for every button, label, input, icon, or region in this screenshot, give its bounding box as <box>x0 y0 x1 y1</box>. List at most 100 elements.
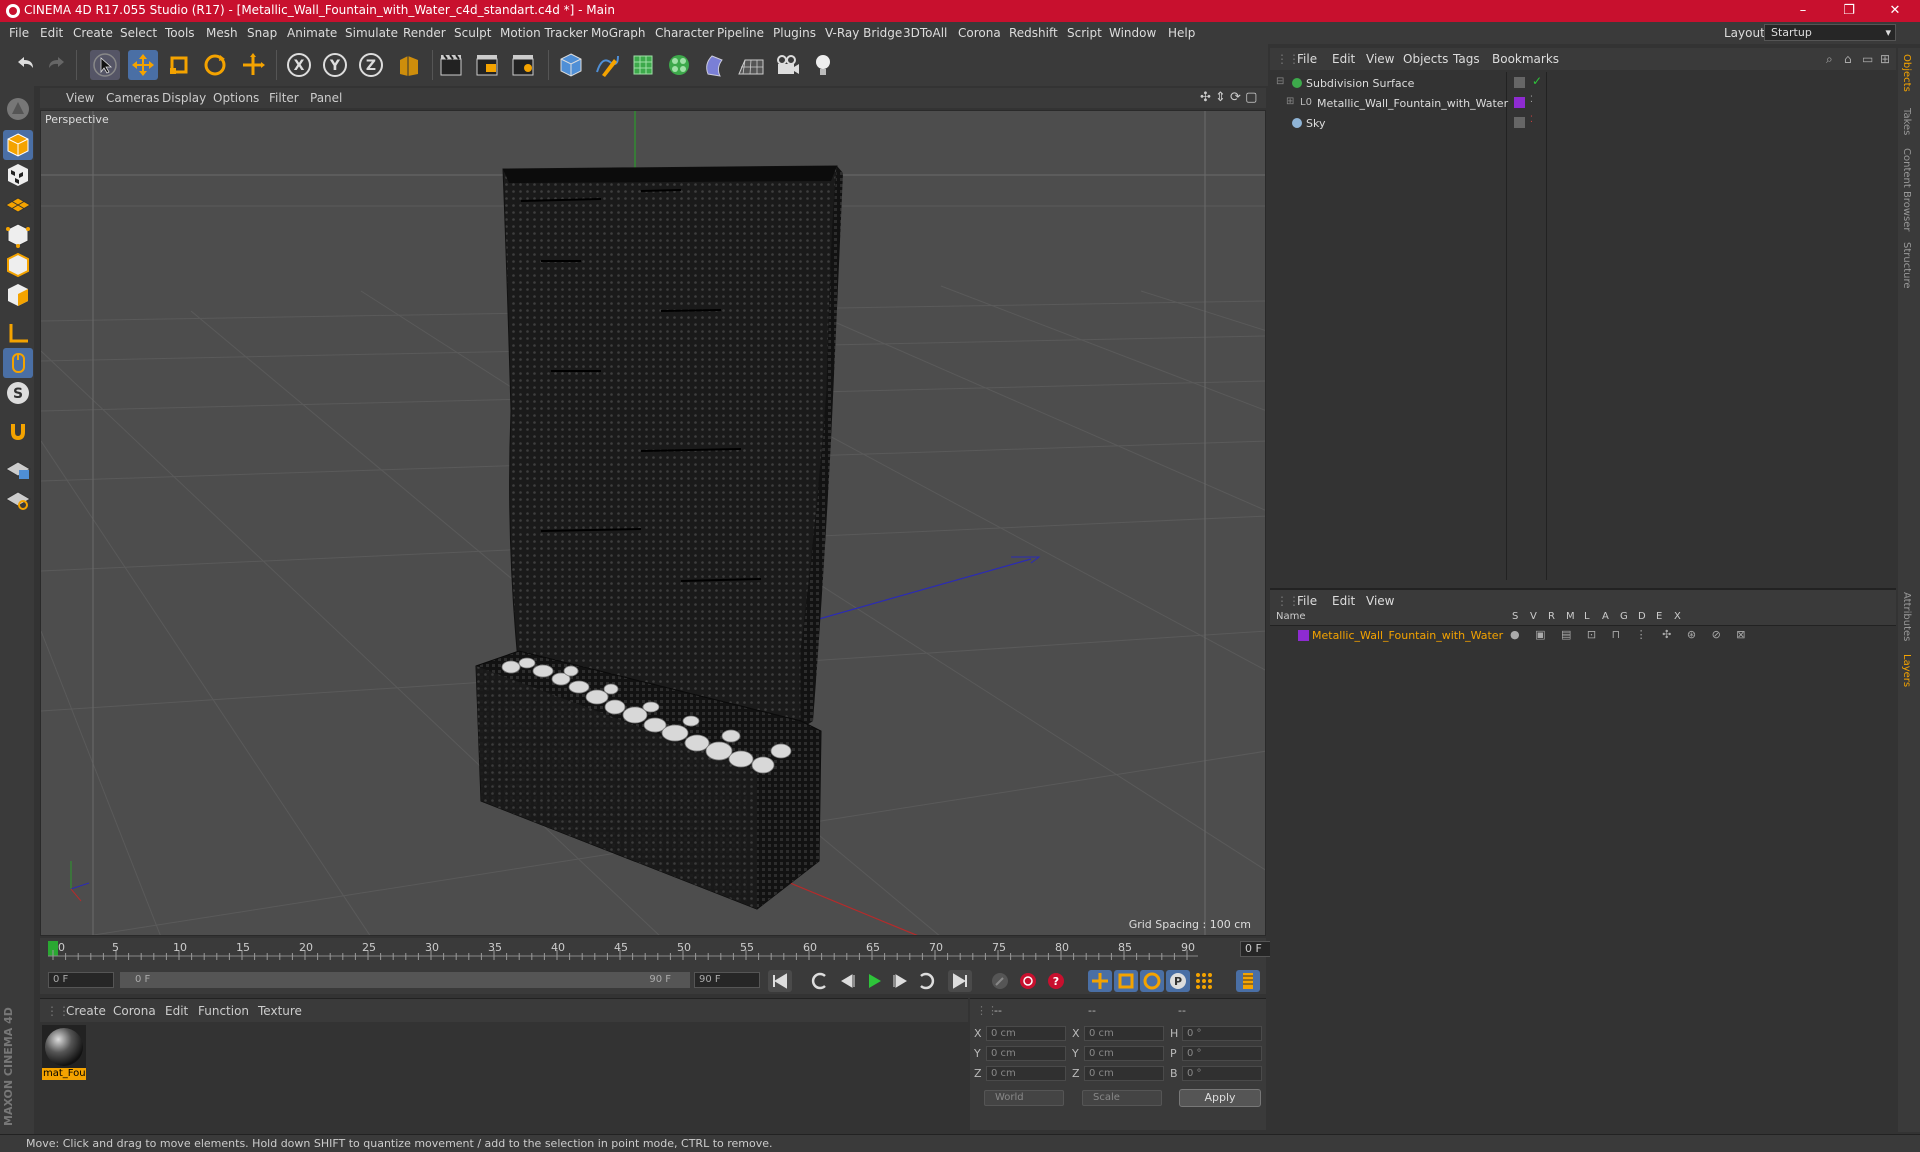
key-pla-button[interactable] <box>1192 970 1216 992</box>
add-cube-button[interactable] <box>556 50 586 80</box>
om-menu-file[interactable]: File <box>1297 52 1317 66</box>
checkmark-icon[interactable]: ✓ <box>1532 74 1542 88</box>
add-cloner-button[interactable] <box>664 50 694 80</box>
add-light-button[interactable] <box>808 50 838 80</box>
play-button[interactable] <box>862 970 886 992</box>
next-key-button[interactable] <box>914 970 938 992</box>
menu-script[interactable]: Script <box>1067 26 1102 40</box>
position-z-field[interactable]: 0 cm <box>986 1066 1066 1081</box>
add-deformer-button[interactable] <box>700 50 730 80</box>
menu-corona[interactable]: Corona <box>958 26 1001 40</box>
tab-layers[interactable]: Layers <box>1901 654 1912 687</box>
menu-motion-tracker[interactable]: Motion Tracker <box>500 26 588 40</box>
lm-menu-file[interactable]: File <box>1297 594 1317 608</box>
z-axis-lock-button[interactable]: Z <box>356 50 386 80</box>
panel-expand-icon[interactable]: ⊞ <box>1880 52 1890 66</box>
viewport-menu-display[interactable]: Display <box>162 91 206 105</box>
close-button[interactable]: ✕ <box>1872 0 1918 22</box>
add-subdivision-button[interactable] <box>628 50 658 80</box>
move-tool-button[interactable] <box>128 50 158 80</box>
render-view-button[interactable] <box>436 50 466 80</box>
timeline[interactable]: 0 5 10 15 20 25 30 35 40 45 50 55 60 65 … <box>40 938 1304 968</box>
key-rotation-button[interactable] <box>1140 970 1164 992</box>
layout-select[interactable]: Startup ▾ <box>1764 24 1896 41</box>
magnet-button[interactable] <box>3 416 33 446</box>
coordinate-mode-dropdown[interactable]: World <box>984 1090 1064 1106</box>
model-mode-button[interactable] <box>3 130 33 160</box>
keyframe-help-button[interactable]: ? <box>1044 970 1068 992</box>
viewport-nav-icons[interactable]: ✣ ⇕ ⟳ ▢ <box>1200 90 1257 105</box>
workplane-mode-button[interactable] <box>3 190 33 220</box>
timeline-button[interactable] <box>1236 970 1260 992</box>
axis-mode-button[interactable] <box>3 318 33 348</box>
menu-redshift[interactable]: Redshift <box>1009 26 1058 40</box>
redo-button[interactable] <box>42 50 72 80</box>
material-menu-function[interactable]: Function <box>198 1004 249 1018</box>
select-tool-button[interactable] <box>90 50 120 80</box>
layer-color-swatch[interactable] <box>1298 630 1309 641</box>
menu-vray-bridge[interactable]: V-Ray Bridge <box>825 26 902 40</box>
tab-takes[interactable]: Takes <box>1901 108 1912 135</box>
make-editable-button[interactable] <box>3 94 33 124</box>
next-frame-button[interactable] <box>888 970 912 992</box>
y-axis-lock-button[interactable]: Y <box>320 50 350 80</box>
layer-color-icon[interactable] <box>1514 77 1525 88</box>
om-menu-bookmarks[interactable]: Bookmarks <box>1492 52 1559 66</box>
points-mode-button[interactable] <box>3 220 33 250</box>
material-menu-texture[interactable]: Texture <box>258 1004 302 1018</box>
scale-tool-button[interactable] <box>164 50 194 80</box>
tweak-mode-button[interactable] <box>3 348 33 378</box>
undo-button[interactable] <box>10 50 40 80</box>
rotation-b-field[interactable]: 0 ° <box>1182 1066 1262 1081</box>
layer-toggle-icons[interactable]: ● ▣ ▤ ⊡ ⊓ ⋮ ✣ ⊛ ⊘ ⊠ <box>1510 628 1752 641</box>
size-mode-dropdown[interactable]: Scale <box>1082 1090 1162 1106</box>
render-settings-button[interactable] <box>508 50 538 80</box>
menu-3dtoall[interactable]: 3DToAll <box>903 26 947 40</box>
om-menu-view[interactable]: View <box>1366 52 1394 66</box>
add-camera-button[interactable] <box>772 50 802 80</box>
size-x-field[interactable]: 0 cm <box>1084 1026 1164 1041</box>
render-picture-viewer-button[interactable] <box>472 50 502 80</box>
grid-lock-button[interactable] <box>3 454 33 484</box>
object-row[interactable]: ⊞ L0 Metallic_Wall_Fountain_with_Water ⁚ <box>1270 94 1896 113</box>
texture-mode-button[interactable] <box>3 160 33 190</box>
size-y-field[interactable]: 0 cm <box>1084 1046 1164 1061</box>
go-to-start-button[interactable] <box>768 970 792 992</box>
polygons-mode-button[interactable] <box>3 280 33 310</box>
autokey-button[interactable] <box>1016 970 1040 992</box>
layer-color-icon[interactable] <box>1514 117 1525 128</box>
viewport-menu-filter[interactable]: Filter <box>269 91 299 105</box>
menu-snap[interactable]: Snap <box>247 26 277 40</box>
menu-sculpt[interactable]: Sculpt <box>454 26 491 40</box>
menu-window[interactable]: Window <box>1109 26 1156 40</box>
viewport-menu-panel[interactable]: Panel <box>310 91 342 105</box>
key-scale-button[interactable] <box>1114 970 1138 992</box>
collapse-icon[interactable]: ▭ <box>1862 52 1873 66</box>
menu-character[interactable]: Character <box>655 26 714 40</box>
menu-select[interactable]: Select <box>120 26 157 40</box>
position-y-field[interactable]: 0 cm <box>986 1046 1066 1061</box>
viewport-camera-label[interactable]: Perspective <box>45 113 109 126</box>
layer-row[interactable]: Metallic_Wall_Fountain_with_Water ● ▣ ▤ … <box>1270 627 1896 644</box>
material-menu-corona[interactable]: Corona <box>113 1004 156 1018</box>
rotate-tool-button[interactable] <box>200 50 230 80</box>
x-axis-lock-button[interactable]: X <box>284 50 314 80</box>
object-row[interactable]: Sky ⁚ <box>1270 114 1896 133</box>
end-frame-field[interactable]: 90 F <box>694 972 760 988</box>
tab-objects[interactable]: Objects <box>1901 54 1912 92</box>
go-to-end-button[interactable] <box>948 970 972 992</box>
maximize-button[interactable]: ❐ <box>1826 0 1872 22</box>
menu-tools[interactable]: Tools <box>165 26 195 40</box>
tab-content-browser[interactable]: Content Browser <box>1901 148 1912 231</box>
viewport-menu-view[interactable]: View <box>66 91 94 105</box>
lm-menu-view[interactable]: View <box>1366 594 1394 608</box>
menu-mograph[interactable]: MoGraph <box>591 26 646 40</box>
menu-edit[interactable]: Edit <box>40 26 63 40</box>
frame-range-slider[interactable]: 0 F 90 F <box>120 972 690 988</box>
minimize-button[interactable]: – <box>1780 0 1826 22</box>
menu-animate[interactable]: Animate <box>287 26 337 40</box>
menu-pipeline[interactable]: Pipeline <box>717 26 764 40</box>
visibility-dots-icon[interactable]: ⁚ <box>1530 95 1533 105</box>
om-menu-objects[interactable]: Objects <box>1403 52 1448 66</box>
viewport-menu-cameras[interactable]: Cameras <box>106 91 159 105</box>
